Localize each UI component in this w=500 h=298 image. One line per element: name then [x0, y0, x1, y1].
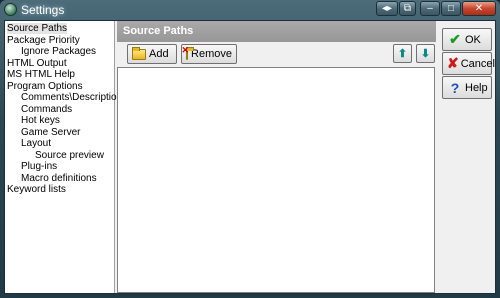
title-bar[interactable]: Settings ◂▸ ⧉ – □ ✕	[0, 0, 500, 19]
maximize-button[interactable]: □	[441, 1, 461, 16]
extra-control-button[interactable]: ◂▸	[376, 1, 398, 16]
arrow-down-icon: ⬇	[420, 48, 431, 60]
help-icon: ?	[450, 79, 460, 96]
add-folder-icon	[132, 46, 146, 60]
checkmark-icon: ✔	[449, 31, 461, 47]
tree-item[interactable]: Package Priority	[7, 35, 80, 46]
add-button[interactable]: Add	[127, 44, 177, 64]
tree-item[interactable]: Ignore Packages	[21, 46, 96, 57]
move-up-button[interactable]: ⬆	[393, 44, 412, 63]
ok-button[interactable]: ✔ OK	[442, 28, 492, 51]
tree-item[interactable]: Source preview	[35, 150, 104, 161]
remove-button[interactable]: Remove	[181, 44, 237, 64]
settings-tree[interactable]: Source Paths Package Priority Ignore Packa…	[5, 21, 127, 293]
restore-icon-button[interactable]: ⧉	[399, 1, 416, 16]
dialog-client-area: Source Paths Package Priority Ignore Packa…	[4, 20, 496, 294]
close-button[interactable]: ✕	[462, 1, 496, 16]
app-icon	[4, 3, 17, 16]
tree-item[interactable]: Keyword lists	[7, 184, 66, 195]
help-label: Help	[465, 81, 488, 94]
source-paths-list[interactable]	[117, 67, 435, 293]
tree-item[interactable]: Commands	[21, 104, 72, 115]
tree-item[interactable]: Source Paths	[7, 23, 68, 34]
tree-item[interactable]: Macro definitions	[21, 173, 97, 184]
add-button-label: Add	[149, 48, 169, 60]
arrow-up-icon: ⬆	[397, 48, 408, 60]
window-title: Settings	[21, 3, 65, 17]
tree-item[interactable]: Game Server	[21, 127, 80, 138]
remove-button-label: Remove	[191, 48, 232, 60]
cancel-label: Cancel	[460, 57, 495, 70]
remove-folder-icon	[181, 45, 195, 60]
cancel-x-icon: ✘	[447, 55, 459, 71]
cancel-button[interactable]: ✘ Cancel	[442, 52, 495, 75]
tree-item[interactable]: Layout	[21, 138, 51, 149]
panel-header: Source Paths	[117, 21, 436, 42]
tree-item[interactable]: Plug-ins	[21, 161, 57, 172]
settings-window: Settings ◂▸ ⧉ – □ ✕ Source Paths Package …	[0, 0, 500, 298]
tree-item[interactable]: MS HTML Help	[7, 69, 75, 80]
tree-item[interactable]: Comments\Descriptions	[21, 92, 127, 103]
tree-item[interactable]: Hot keys	[21, 115, 60, 126]
tree-item[interactable]: HTML Output	[7, 58, 67, 69]
help-button[interactable]: ? Help	[442, 76, 492, 99]
move-down-button[interactable]: ⬇	[416, 44, 435, 63]
tree-item[interactable]: Program Options	[7, 81, 83, 92]
ok-label: OK	[465, 33, 481, 46]
minimize-button[interactable]: –	[420, 1, 440, 16]
